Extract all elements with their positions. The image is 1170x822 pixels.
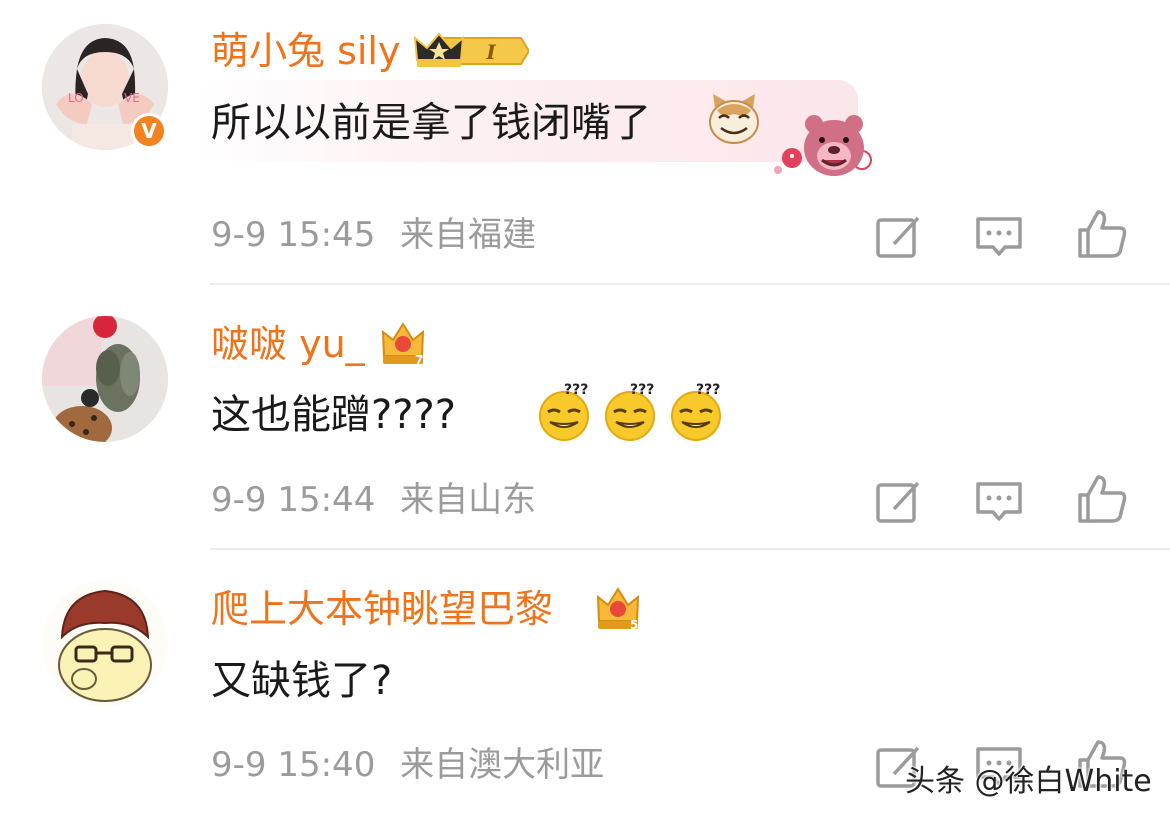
username[interactable]: 萌小兔 sily bbox=[211, 28, 400, 74]
like-icon[interactable] bbox=[1076, 473, 1128, 525]
vip-crown-badge-icon: 5 bbox=[596, 587, 640, 631]
svg-text:I: I bbox=[485, 40, 496, 64]
svg-text:5: 5 bbox=[630, 618, 638, 631]
bear-sticker-icon bbox=[774, 115, 872, 176]
avatar[interactable] bbox=[42, 316, 168, 442]
repost-icon[interactable] bbox=[872, 210, 924, 262]
comment-time: 9-9 15:44 bbox=[211, 480, 376, 520]
comment-text: 又缺钱了? bbox=[211, 658, 393, 704]
watermark: 头条 @徐白White bbox=[905, 764, 1152, 799]
svg-text:???: ??? bbox=[696, 382, 720, 398]
svg-text:???: ??? bbox=[564, 382, 588, 398]
doge-emoji-icon: ??? bbox=[671, 382, 721, 441]
svg-text:7: 7 bbox=[415, 353, 423, 366]
svg-text:VE: VE bbox=[124, 91, 140, 105]
svg-text:???: ??? bbox=[630, 382, 654, 398]
username[interactable]: 爬上大本钟眺望巴黎 bbox=[211, 586, 553, 632]
doge-emoji-icon: ??? bbox=[605, 382, 655, 441]
cat-emoji-icon bbox=[709, 94, 759, 144]
repost-icon[interactable] bbox=[872, 475, 924, 527]
comment-location: 来自山东 bbox=[400, 480, 537, 520]
like-icon[interactable] bbox=[1076, 208, 1128, 260]
avatar[interactable] bbox=[42, 581, 168, 707]
vip-crown-badge-icon: I bbox=[413, 32, 529, 67]
comment-icon[interactable] bbox=[973, 475, 1025, 527]
verified-badge-icon: V bbox=[131, 113, 167, 149]
vip-crown-badge-icon: 7 bbox=[381, 322, 425, 366]
svg-text:LO: LO bbox=[68, 91, 84, 105]
comment-time: 9-9 15:40 bbox=[211, 745, 376, 785]
doge-emoji-icon: ??? bbox=[539, 382, 589, 441]
comment-icon[interactable] bbox=[973, 210, 1025, 262]
divider bbox=[210, 283, 1170, 285]
comment-location: 来自澳大利亚 bbox=[400, 745, 605, 785]
comment-text: 所以以前是拿了钱闭嘴了 bbox=[211, 100, 651, 146]
username[interactable]: 啵啵 yu_ bbox=[211, 321, 365, 367]
comment-text: 这也能蹭???? bbox=[211, 392, 456, 438]
comment-time: 9-9 15:45 bbox=[211, 215, 376, 255]
comment-location: 来自福建 bbox=[400, 215, 537, 255]
divider bbox=[210, 548, 1170, 550]
